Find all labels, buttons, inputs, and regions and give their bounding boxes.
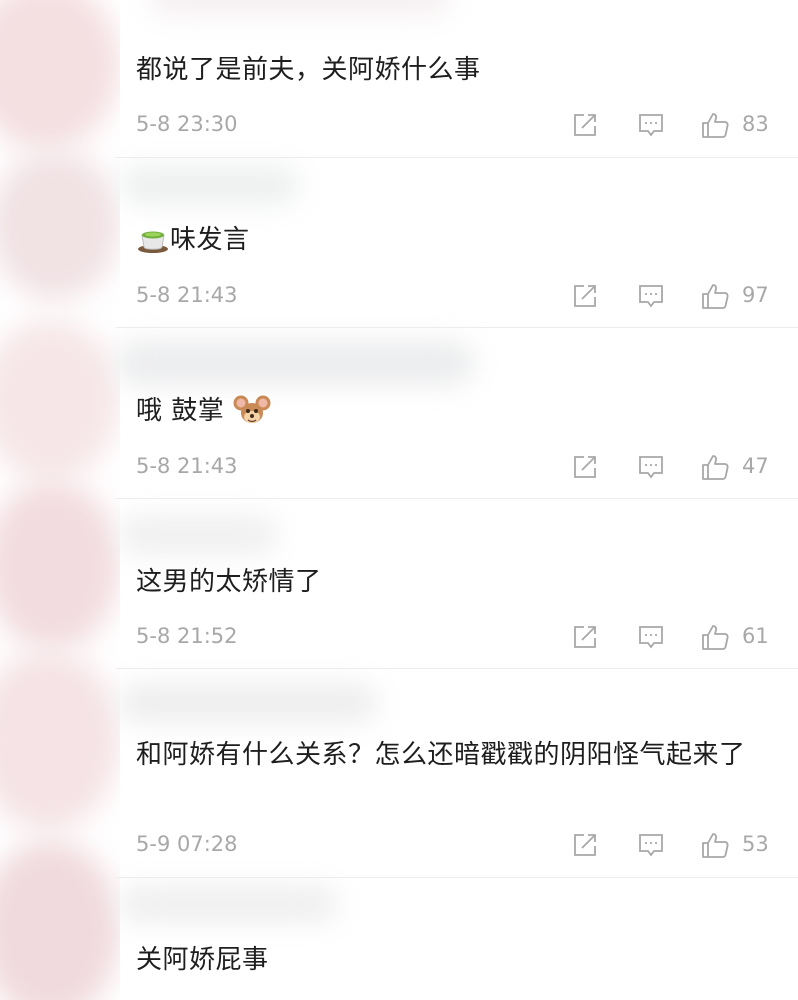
blurred-avatar-column — [0, 0, 120, 1000]
like-count: 97 — [742, 283, 769, 307]
thumbs-up-icon[interactable] — [700, 452, 730, 482]
comment-text: 味发言 — [136, 220, 776, 260]
thumbs-up-icon[interactable] — [700, 281, 730, 311]
comment-icon[interactable] — [636, 622, 666, 652]
comment-meta: 5-9 07:28 53 — [136, 828, 798, 860]
share-icon[interactable] — [570, 452, 600, 482]
comment-time: 5-8 21:43 — [136, 454, 238, 478]
like-count: 61 — [742, 624, 769, 648]
divider — [116, 668, 798, 669]
avatar — [0, 0, 120, 150]
avatar — [0, 480, 120, 650]
divider — [116, 327, 798, 328]
share-icon[interactable] — [570, 622, 600, 652]
comment-text: 这男的太矫情了 — [136, 567, 322, 597]
like-count: 83 — [742, 112, 769, 136]
share-icon[interactable] — [570, 830, 600, 860]
thumbs-up-icon[interactable] — [700, 622, 730, 652]
comment-meta: 5-8 21:52 61 — [136, 620, 798, 652]
avatar — [0, 150, 120, 300]
avatar — [0, 320, 120, 480]
comment-time: 5-9 07:28 — [136, 832, 238, 856]
thumbs-up-icon[interactable] — [700, 830, 730, 860]
comment-icon[interactable] — [636, 110, 666, 140]
avatar — [0, 840, 120, 1000]
blurred-username — [120, 165, 300, 205]
blurred-username — [115, 340, 475, 386]
comment-text: 哦 鼓掌 — [136, 391, 776, 431]
comment-time: 5-8 23:30 — [136, 112, 238, 136]
comment-icon[interactable] — [636, 281, 666, 311]
divider — [116, 157, 798, 158]
comment-time: 5-8 21:52 — [136, 624, 238, 648]
share-icon[interactable] — [570, 281, 600, 311]
comment-icon[interactable] — [636, 452, 666, 482]
comment-text: 都说了是前夫，关阿娇什么事 — [136, 55, 481, 85]
jerry-mouse-emoji — [233, 393, 271, 427]
like-count: 47 — [742, 454, 769, 478]
avatar — [0, 650, 120, 830]
tea-cup-emoji — [136, 222, 170, 256]
blurred-username — [150, 0, 450, 15]
comment-meta: 5-8 23:30 83 — [136, 108, 798, 140]
comment-meta: 5-8 21:43 97 — [136, 279, 798, 311]
comment-time: 5-8 21:43 — [136, 283, 238, 307]
blurred-username — [118, 885, 338, 923]
comment-text: 关阿娇屁事 — [136, 945, 269, 975]
blurred-username — [118, 515, 278, 555]
comment-text: 和阿娇有什么关系？怎么还暗戳戳的阴阳怪气起来了 — [136, 740, 746, 770]
divider — [116, 877, 798, 878]
comment-icon[interactable] — [636, 830, 666, 860]
blurred-username — [118, 683, 378, 723]
comment-text-content: 哦 鼓掌 — [136, 396, 225, 426]
share-icon[interactable] — [570, 110, 600, 140]
comment-text-content: 味发言 — [170, 225, 250, 255]
like-count: 53 — [742, 832, 769, 856]
thumbs-up-icon[interactable] — [700, 110, 730, 140]
divider — [116, 498, 798, 499]
comment-meta: 5-8 21:43 47 — [136, 450, 798, 482]
